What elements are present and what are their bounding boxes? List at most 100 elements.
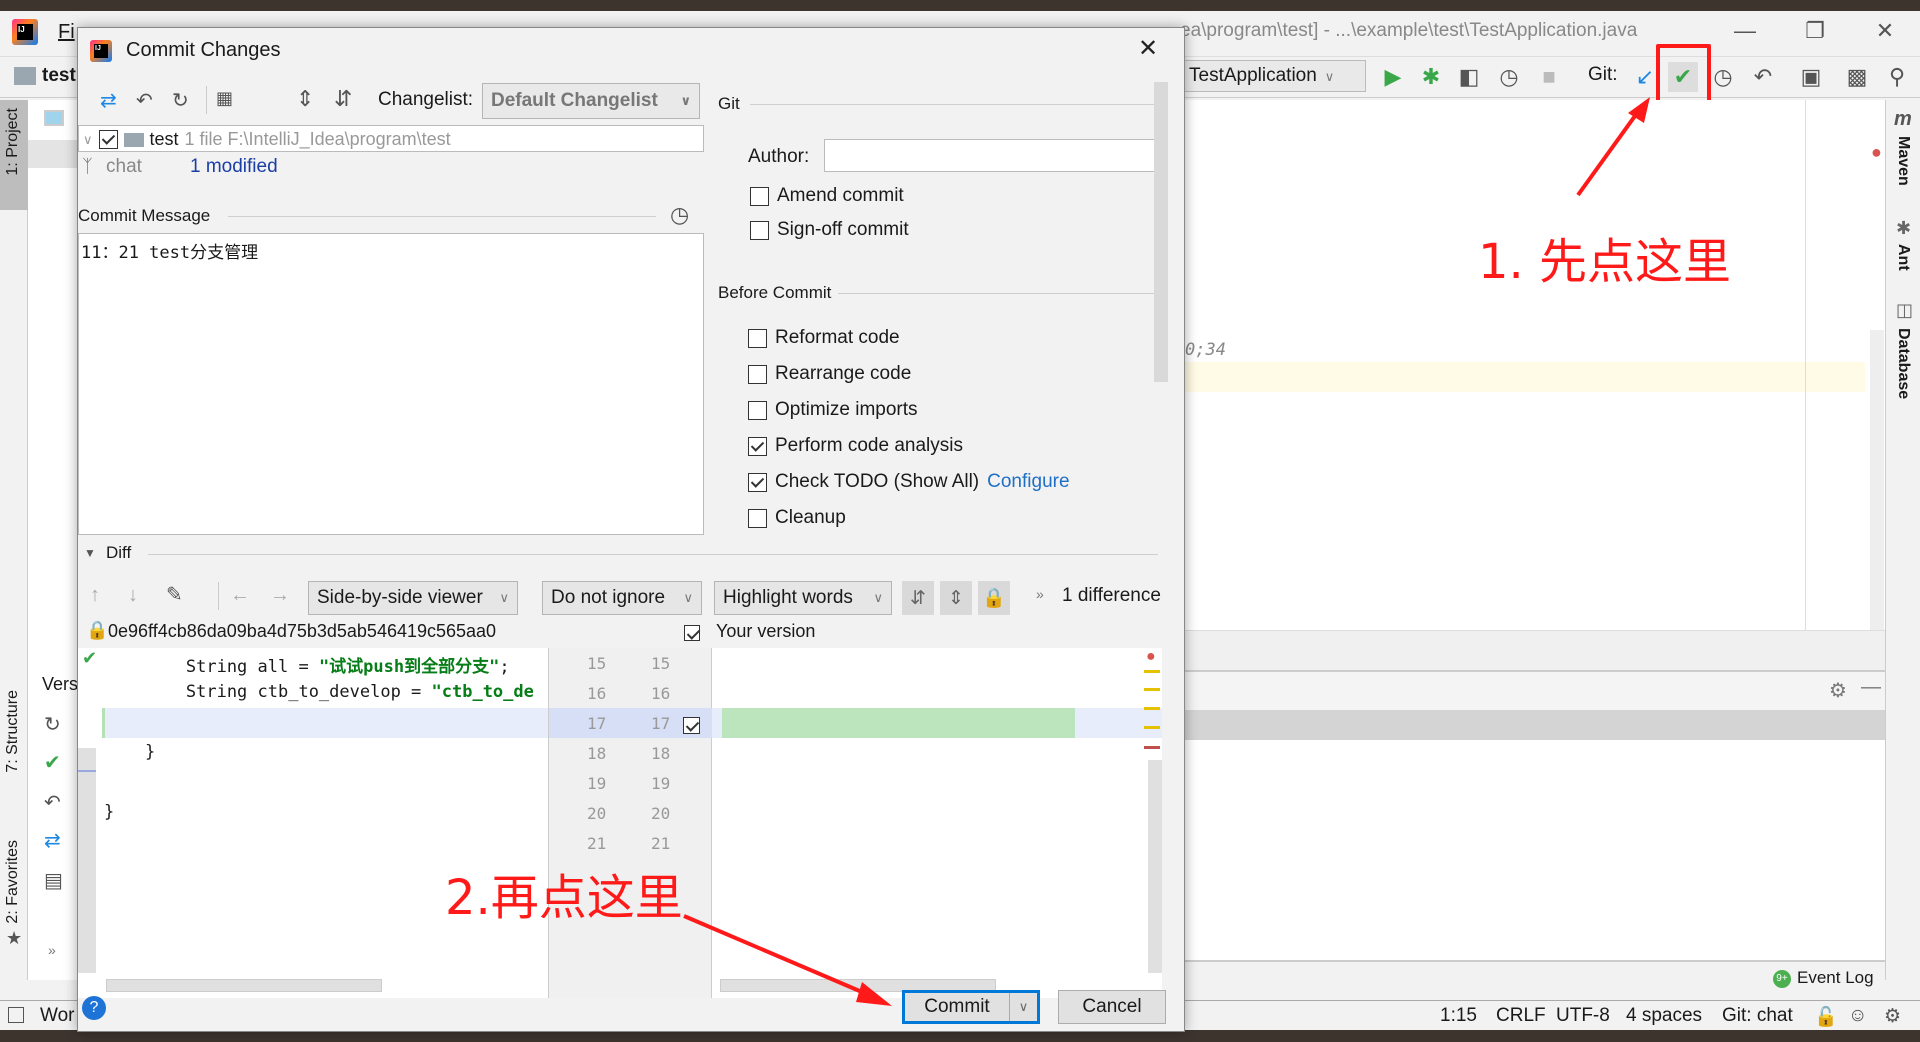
check-todo-option[interactable]: Check TODO (Show All) Configure bbox=[748, 471, 1070, 493]
right-vertical-scrollbar[interactable] bbox=[1148, 760, 1162, 973]
next-difference-icon[interactable]: ↓ bbox=[128, 584, 138, 607]
memory-settings-icon[interactable]: ⚙ bbox=[1884, 1005, 1901, 1028]
sync-scroll-icon[interactable]: ⇕ bbox=[940, 581, 972, 615]
reformat-code-option[interactable]: Reformat code bbox=[748, 327, 900, 349]
minimize-button[interactable]: — bbox=[1725, 18, 1765, 44]
refresh-changes-icon[interactable]: ↻ bbox=[172, 88, 189, 113]
collapse-unchanged-icon[interactable]: ⇵ bbox=[902, 581, 934, 615]
stop-icon[interactable]: ■ bbox=[1534, 62, 1564, 92]
highlight-mode-select[interactable]: Highlight words ∨ bbox=[714, 581, 892, 615]
help-button[interactable]: ? bbox=[82, 996, 106, 1020]
tree-root-name[interactable]: test bbox=[150, 129, 179, 150]
left-horizontal-scrollbar[interactable] bbox=[106, 979, 382, 992]
reformat-code-checkbox[interactable] bbox=[748, 328, 767, 348]
restore-button[interactable]: ❐ bbox=[1795, 18, 1835, 44]
perform-code-analysis-checkbox[interactable] bbox=[748, 436, 767, 456]
inspector-icon[interactable]: ☺ bbox=[1848, 1005, 1867, 1027]
tool-windows-toggle-icon[interactable] bbox=[8, 1007, 24, 1023]
include-all-checkbox[interactable] bbox=[684, 625, 700, 642]
git-branch-status[interactable]: Git: chat bbox=[1722, 1005, 1793, 1027]
project-tab[interactable]: 1: Project bbox=[4, 108, 22, 176]
check-todo-checkbox[interactable] bbox=[748, 472, 767, 492]
amend-commit-option[interactable]: Amend commit bbox=[750, 185, 904, 207]
modified-count-link[interactable]: 1 modified bbox=[190, 156, 278, 178]
changelist-select[interactable]: Default Changelist ∨ bbox=[482, 83, 700, 119]
configure-link[interactable]: Configure bbox=[987, 471, 1069, 493]
coverage-icon[interactable]: ◧ bbox=[1454, 62, 1484, 92]
collapse-all-icon[interactable]: ⇵ bbox=[334, 86, 352, 112]
perform-code-analysis-option[interactable]: Perform code analysis bbox=[748, 435, 963, 457]
maven-tab[interactable]: Maven bbox=[1894, 136, 1912, 186]
close-window-button[interactable]: ✕ bbox=[1865, 18, 1905, 44]
amend-commit-checkbox[interactable] bbox=[750, 186, 769, 206]
more-icon[interactable]: » bbox=[48, 942, 56, 958]
commit-button[interactable]: Commit ∨ bbox=[902, 990, 1040, 1024]
expand-all-icon[interactable]: ⇕ bbox=[296, 86, 314, 112]
commit-button-label[interactable]: Commit bbox=[905, 993, 1009, 1021]
line-separator[interactable]: CRLF bbox=[1496, 1005, 1546, 1027]
previous-file-icon[interactable]: ← bbox=[230, 584, 250, 607]
cleanup-option[interactable]: Cleanup bbox=[748, 507, 846, 529]
caret-position[interactable]: 1:15 bbox=[1440, 1005, 1477, 1027]
file-encoding[interactable]: UTF-8 bbox=[1556, 1005, 1610, 1027]
optimize-imports-option[interactable]: Optimize imports bbox=[748, 399, 918, 421]
apply-change-checkbox[interactable] bbox=[683, 716, 700, 734]
rollback-icon[interactable]: ↶ bbox=[44, 790, 61, 815]
structure-tab[interactable]: 7: Structure bbox=[4, 690, 22, 773]
run-configuration-select[interactable]: TestApplication ∨ bbox=[1180, 60, 1366, 92]
cleanup-checkbox[interactable] bbox=[748, 508, 767, 528]
sign-off-commit-checkbox[interactable] bbox=[750, 220, 769, 240]
cancel-button[interactable]: Cancel bbox=[1058, 990, 1166, 1024]
previous-difference-icon[interactable]: ↑ bbox=[90, 584, 100, 607]
project-tab-active[interactable]: 1: Project bbox=[0, 100, 28, 210]
tool-window-selected-row[interactable] bbox=[1185, 710, 1885, 740]
commit-message-input[interactable]: 11：21 test分支管理 bbox=[78, 233, 704, 535]
next-file-icon[interactable]: → bbox=[270, 584, 290, 607]
search-icon[interactable]: ⚲ bbox=[1882, 62, 1912, 92]
rearrange-code-option[interactable]: Rearrange code bbox=[748, 363, 911, 385]
editor-scrollbar[interactable] bbox=[1870, 330, 1884, 630]
run-icon[interactable]: ▶ bbox=[1378, 62, 1408, 92]
tree-root-checkbox[interactable] bbox=[98, 130, 118, 149]
changes-view-icon[interactable]: ▤ bbox=[44, 868, 63, 893]
show-diff-icon[interactable]: ⇄ bbox=[100, 88, 117, 113]
commit-options-dropdown-icon[interactable]: ∨ bbox=[1009, 993, 1037, 1021]
profile-icon[interactable]: ◷ bbox=[1494, 62, 1524, 92]
menu-file[interactable]: Fi bbox=[58, 21, 75, 44]
git-rollback-icon[interactable]: ↶ bbox=[1748, 62, 1778, 92]
diff-collapse-icon[interactable]: ▼ bbox=[84, 546, 96, 560]
edit-source-icon[interactable]: ✎ bbox=[166, 582, 183, 607]
event-log-button[interactable]: Event Log bbox=[1797, 968, 1874, 988]
group-by-icon[interactable]: ▦ bbox=[216, 88, 233, 109]
changes-tree[interactable]: ∨ test 1 file F:\IntelliJ_Idea\program\t… bbox=[78, 125, 704, 152]
project-tree-selected[interactable] bbox=[28, 140, 77, 168]
tree-expand-icon[interactable]: ∨ bbox=[83, 132, 93, 148]
debug-icon[interactable]: ✱ bbox=[1416, 62, 1446, 92]
indent-setting[interactable]: 4 spaces bbox=[1626, 1005, 1702, 1027]
commit-history-icon[interactable]: ◷ bbox=[670, 202, 689, 228]
ant-tab[interactable]: Ant bbox=[1894, 244, 1912, 271]
ignore-mode-select[interactable]: Do not ignore ∨ bbox=[542, 581, 702, 615]
commit-check-icon[interactable]: ✔ bbox=[44, 750, 61, 775]
rollback-changes-icon[interactable]: ↶ bbox=[136, 88, 153, 113]
rearrange-code-checkbox[interactable] bbox=[748, 364, 767, 384]
project-breadcrumb[interactable]: test bbox=[42, 65, 76, 87]
optimize-imports-checkbox[interactable] bbox=[748, 400, 767, 420]
sign-off-commit-option[interactable]: Sign-off commit bbox=[750, 219, 909, 241]
left-vertical-scrollbar[interactable] bbox=[78, 748, 96, 973]
lock-diff-icon[interactable]: 🔒 bbox=[978, 581, 1010, 615]
hide-panel-icon[interactable]: — bbox=[1861, 676, 1881, 699]
favorites-tab[interactable]: 2: Favorites bbox=[4, 840, 22, 924]
lock-icon[interactable]: 🔓 bbox=[1814, 1005, 1838, 1029]
git-history-icon[interactable]: ◷ bbox=[1708, 62, 1738, 92]
database-tab[interactable]: Database bbox=[1894, 328, 1912, 399]
dialog-close-icon[interactable]: ✕ bbox=[1138, 34, 1158, 63]
terminal-icon[interactable]: ▩ bbox=[1842, 62, 1872, 92]
viewer-mode-select[interactable]: Side-by-side viewer ∨ bbox=[308, 581, 518, 615]
more-actions-icon[interactable]: » bbox=[1036, 586, 1044, 602]
update-icon[interactable]: ⇄ bbox=[44, 828, 61, 853]
options-scrollbar[interactable] bbox=[1154, 82, 1168, 382]
refresh-icon[interactable]: ↻ bbox=[44, 712, 61, 737]
project-structure-icon[interactable]: ▣ bbox=[1796, 62, 1826, 92]
author-input[interactable] bbox=[824, 139, 1164, 172]
